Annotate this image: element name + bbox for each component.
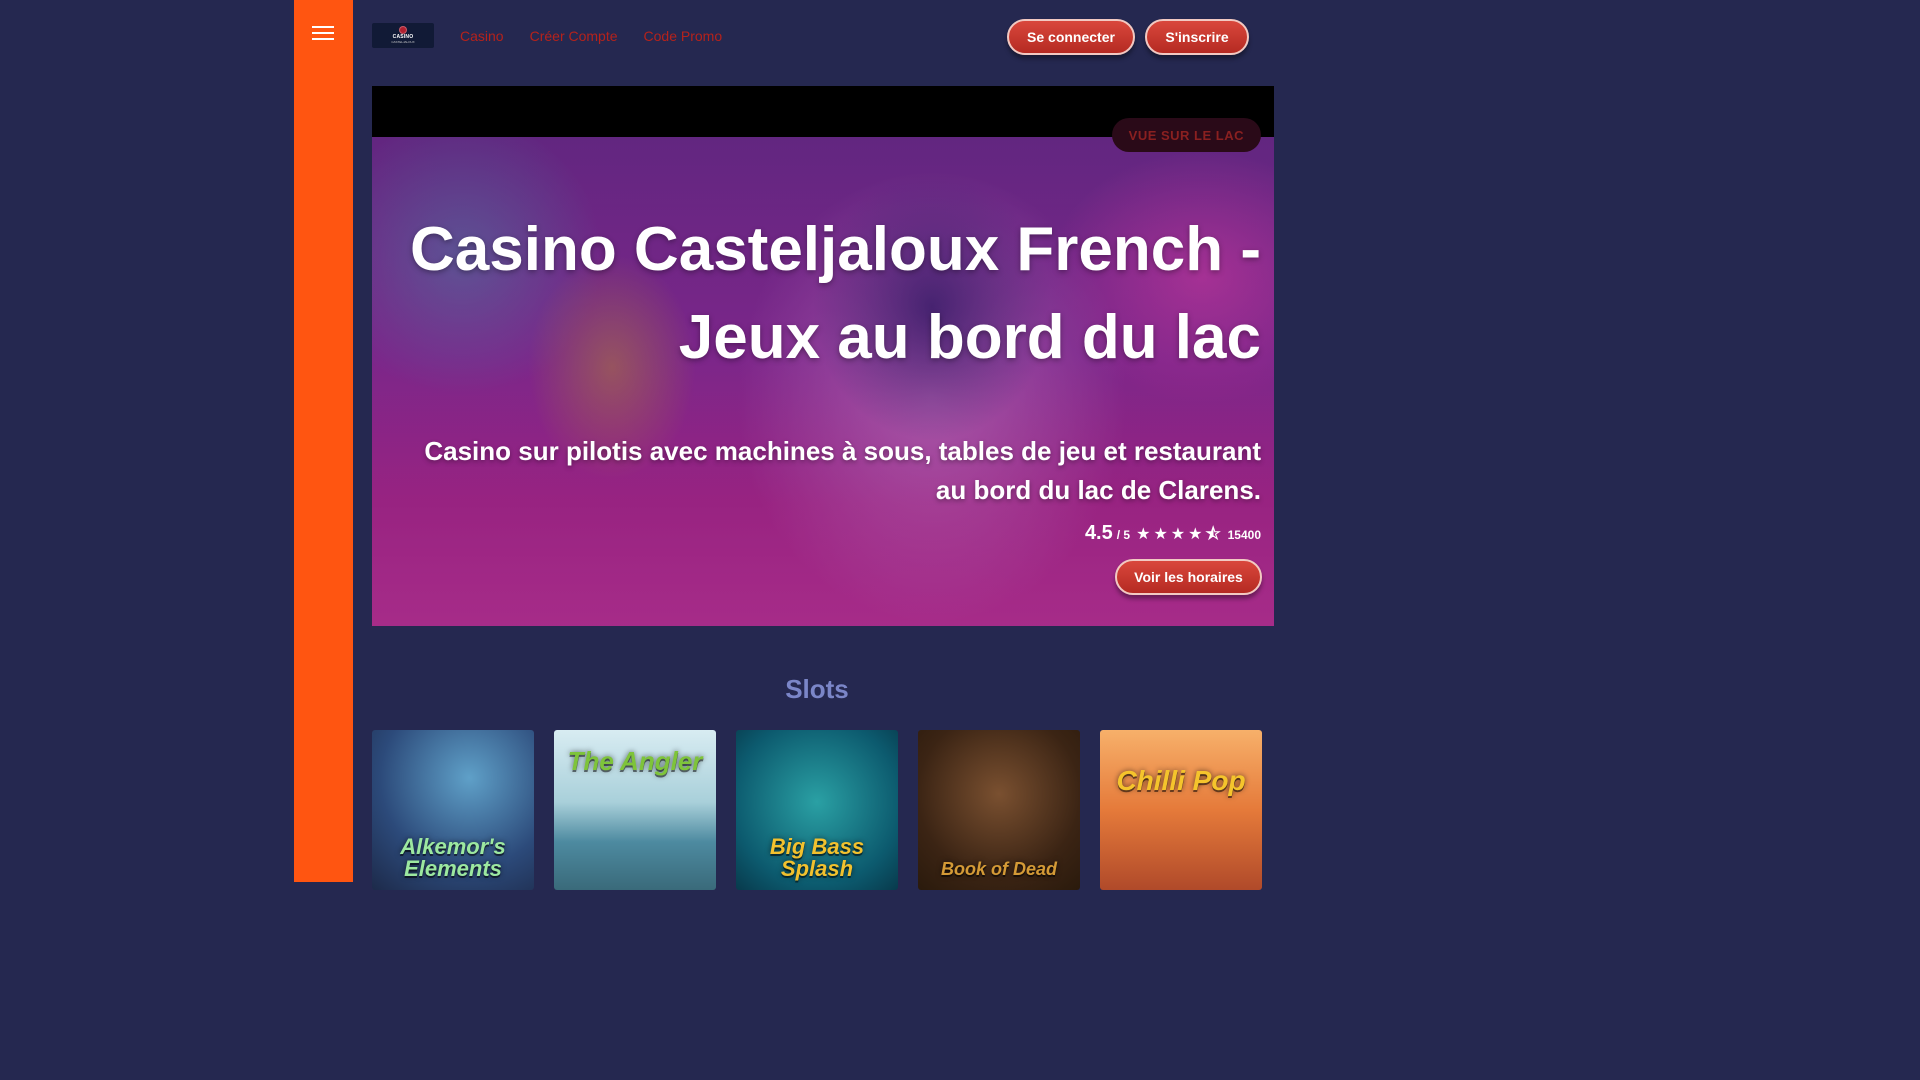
site-logo[interactable]: CASINO CASTELJALOUX [372,23,434,48]
slot-card-chilli-pop[interactable]: Chilli Pop [1100,730,1262,890]
top-navigation: Casino Créer Compte Code Promo [460,28,722,44]
slot-name: Big Bass Splash [769,834,865,881]
login-button[interactable]: Se connecter [1007,19,1135,55]
slot-card-alkemors-elements[interactable]: Alkemor's Elements [372,730,534,890]
sidebar [294,0,353,882]
slot-name: Book of Dead [940,859,1057,879]
nav-link-create-account[interactable]: Créer Compte [530,28,618,44]
signup-button[interactable]: S'inscrire [1145,19,1249,55]
slot-card-book-of-dead[interactable]: Book of Dead [918,730,1080,890]
nav-link-promo-code[interactable]: Code Promo [644,28,723,44]
logo-subtext: CASTELJALOUX [391,40,415,44]
rating-score: 4.5 [1084,522,1113,544]
slot-name: Alkemor's Elements [400,834,506,881]
slot-name: The Angler [567,746,703,776]
hero-banner: VUE SUR LE LAC Casino Casteljaloux Frenc… [372,86,1274,626]
slot-card-big-bass-splash[interactable]: Big Bass Splash [736,730,898,890]
menu-icon[interactable] [312,24,334,42]
hero-description: Casino sur pilotis avec machines à sous,… [424,436,1261,505]
rating: 4.5 / 5 ★★★★⯪ 15400 [1085,522,1261,550]
nav-link-casino[interactable]: Casino [460,28,504,44]
view-hours-button[interactable]: Voir les horaires [1115,559,1262,595]
page-title: Casino Casteljaloux French - Jeux au bor… [410,215,1261,372]
rating-count: 15400 [1227,528,1261,542]
slots-section-title: Slots [785,674,849,704]
slots-grid: Alkemor's Elements The Angler Big Bass S… [372,730,1262,890]
hero-tag-badge: VUE SUR LE LAC [1111,118,1261,152]
slot-card-the-angler[interactable]: The Angler [554,730,716,890]
logo-emblem [399,26,407,34]
slot-name: Chilli Pop [1116,765,1246,796]
rating-scale: / 5 [1116,528,1131,542]
rating-stars-icon: ★★★★⯪ [1136,526,1224,543]
